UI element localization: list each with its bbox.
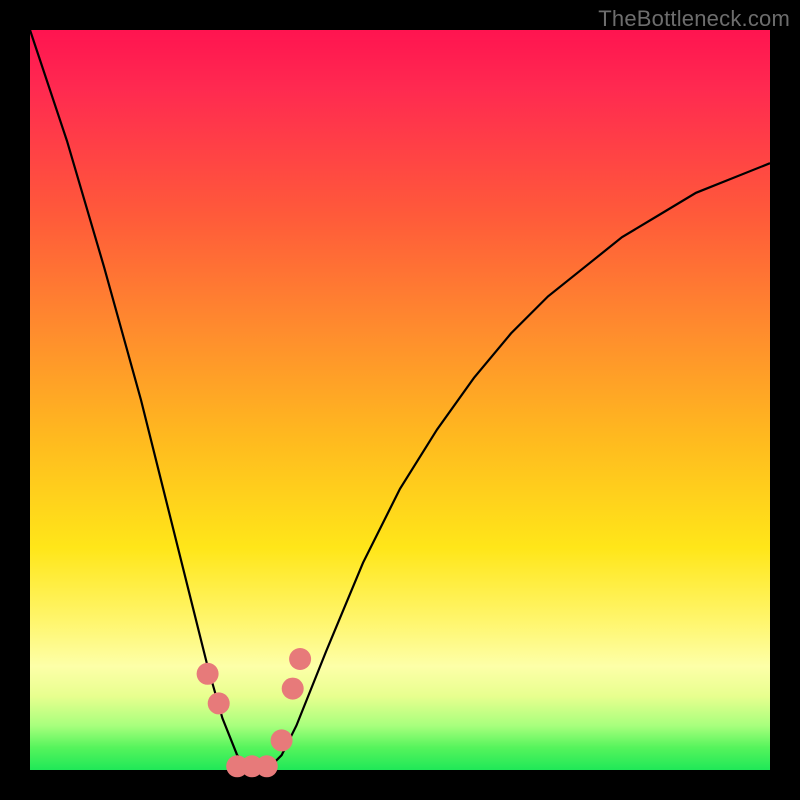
curve-path [30, 30, 770, 770]
curve-marker [256, 755, 278, 777]
curve-marker [208, 692, 230, 714]
curve-marker [197, 663, 219, 685]
curve-marker [282, 678, 304, 700]
plot-area [30, 30, 770, 770]
curve-marker [289, 648, 311, 670]
curve-markers [197, 648, 312, 777]
bottleneck-curve [30, 30, 770, 770]
chart-frame: TheBottleneck.com [0, 0, 800, 800]
watermark-text: TheBottleneck.com [598, 6, 790, 32]
curve-marker [271, 729, 293, 751]
